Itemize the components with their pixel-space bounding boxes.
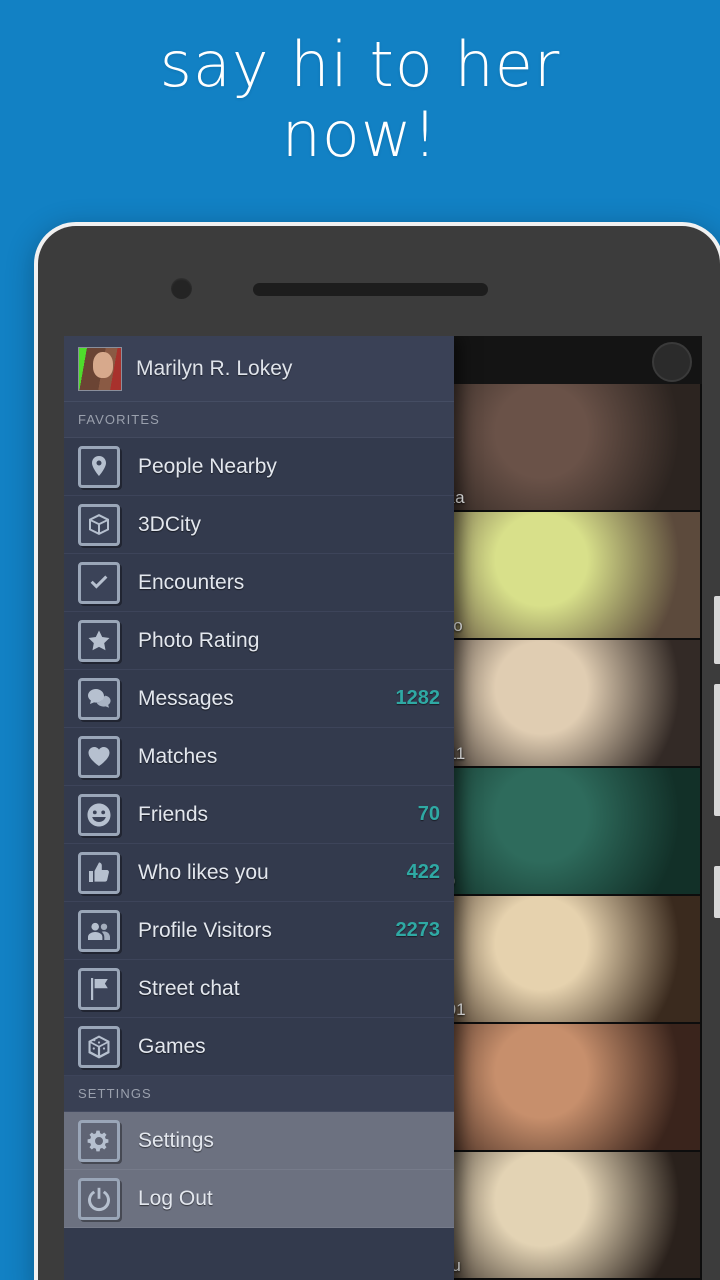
- heart-icon: [78, 735, 120, 778]
- menu-item-matches[interactable]: Matches: [64, 728, 454, 786]
- menu-item-label: Matches: [138, 744, 218, 768]
- chat-bubbles-icon: [78, 677, 120, 720]
- section-label-settings: SETTINGS: [64, 1076, 454, 1112]
- drawer-menu: FAVORITES People Nearby 3DCity Encounters Ph…: [64, 402, 454, 1228]
- menu-item-log-out[interactable]: Log Out: [64, 1170, 454, 1228]
- menu-item-friends[interactable]: Friends 70: [64, 786, 454, 844]
- menu-item-count: 2273: [395, 919, 441, 941]
- earpiece-speaker: [253, 283, 488, 296]
- menu-item-photo-rating[interactable]: Photo Rating: [64, 612, 454, 670]
- menu-item-count: 422: [406, 861, 440, 883]
- menu-item-settings[interactable]: Settings: [64, 1112, 454, 1170]
- menu-item-label: Friends: [138, 802, 209, 826]
- menu-item-3dcity[interactable]: 3DCity: [64, 496, 454, 554]
- menu-item-encounters[interactable]: Encounters: [64, 554, 454, 612]
- smiley-icon: [78, 793, 120, 836]
- promo-headline: say hi to her now!: [0, 30, 720, 170]
- menu-item-label: Settings: [138, 1128, 214, 1152]
- menu-item-street-chat[interactable]: Street chat: [64, 960, 454, 1018]
- menu-item-label: Street chat: [138, 976, 240, 1000]
- people-icon: [78, 909, 120, 952]
- section-label-favorites: FAVORITES: [64, 402, 454, 438]
- menu-item-profile-visitors[interactable]: Profile Visitors 2273: [64, 902, 454, 960]
- menu-item-label: Games: [138, 1034, 206, 1058]
- menu-item-count: 70: [417, 803, 440, 825]
- gear-icon: [78, 1119, 120, 1162]
- avatar[interactable]: [78, 346, 122, 391]
- dice-icon: [78, 1025, 120, 1068]
- front-camera-icon: [171, 278, 192, 299]
- menu-item-who-likes-you[interactable]: Who likes you 422: [64, 844, 454, 902]
- profile-name: Marilyn R. Lokey: [136, 356, 293, 380]
- profile-circle-icon[interactable]: [652, 342, 692, 382]
- promo-line-1: say hi to her: [159, 28, 561, 101]
- cube-icon: [78, 503, 120, 546]
- menu-item-games[interactable]: Games: [64, 1018, 454, 1076]
- side-button-top[interactable]: [714, 596, 720, 664]
- phone-screen: blanc_2018Ronda KaVivian garciakate asho…: [64, 336, 702, 1280]
- side-button-bottom[interactable]: [714, 866, 720, 918]
- side-button-middle[interactable]: [714, 684, 720, 816]
- menu-item-people-nearby[interactable]: People Nearby: [64, 438, 454, 496]
- profile-header[interactable]: Marilyn R. Lokey: [64, 336, 454, 402]
- navigation-drawer: Marilyn R. Lokey FAVORITES People Nearby 3…: [64, 336, 454, 1280]
- menu-item-label: 3DCity: [138, 512, 202, 536]
- menu-item-label: Who likes you: [138, 860, 269, 884]
- promo-line-2: now!: [281, 98, 439, 171]
- menu-item-label: Photo Rating: [138, 628, 260, 652]
- menu-item-label: Log Out: [138, 1186, 213, 1210]
- phone-bezel: blanc_2018Ronda KaVivian garciakate asho…: [38, 226, 720, 1280]
- phone-mockup: blanc_2018Ronda KaVivian garciakate asho…: [34, 222, 720, 1280]
- menu-item-label: People Nearby: [138, 454, 277, 478]
- menu-item-label: Encounters: [138, 570, 245, 594]
- star-icon: [78, 619, 120, 662]
- thumbs-up-icon: [78, 851, 120, 894]
- menu-item-messages[interactable]: Messages 1282: [64, 670, 454, 728]
- menu-item-label: Profile Visitors: [138, 918, 272, 942]
- menu-item-label: Messages: [138, 686, 234, 710]
- flag-icon: [78, 967, 120, 1010]
- menu-item-count: 1282: [395, 687, 441, 709]
- location-pin-icon: [78, 445, 120, 488]
- checkmark-icon: [78, 561, 120, 604]
- power-icon: [78, 1177, 120, 1220]
